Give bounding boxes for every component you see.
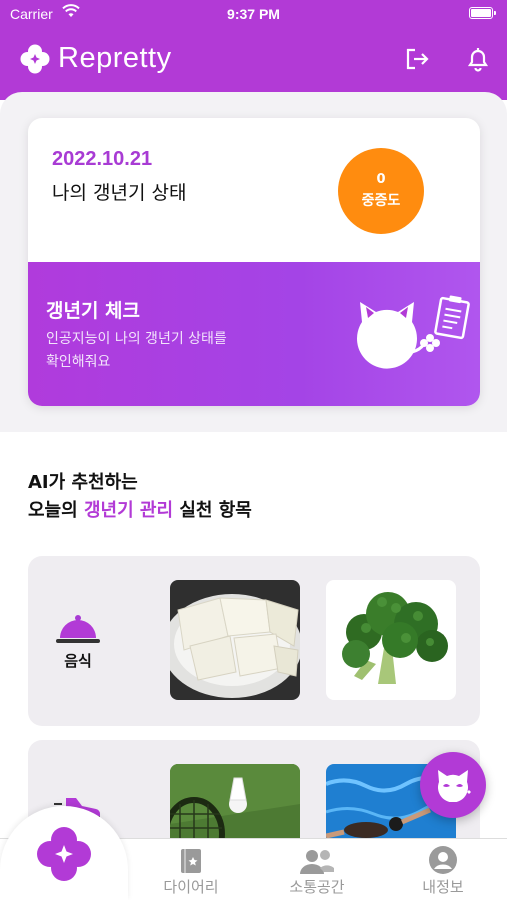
recommendation-suffix: 실천 항목: [179, 500, 252, 521]
recommendation-line1: AI가 추천하는: [28, 472, 138, 493]
profile-icon: [388, 846, 498, 874]
brand-logo: Repretty: [20, 42, 172, 75]
tofu-image[interactable]: [170, 580, 300, 700]
recommendation-line2: 오늘의 갱년기 관리 실천 항목: [28, 497, 252, 525]
food-recommendation-card[interactable]: 음식: [28, 556, 480, 726]
check-description-line2: 확인해줘요: [46, 354, 111, 370]
recommendation-highlight: 갱년기 관리: [83, 500, 174, 521]
check-description-line1: 인공지능이 나의 갱년기 상태를: [46, 331, 227, 347]
severity-value: 0: [376, 172, 386, 187]
flower-home-icon: [37, 827, 91, 881]
recommendation-heading: AI가 추천하는 오늘의 갱년기 관리 실천 항목: [28, 469, 252, 525]
severity-label: 중증도: [361, 193, 401, 209]
check-title: 갱년기 체크: [46, 300, 141, 322]
tab-community[interactable]: 소통공간: [262, 846, 372, 897]
status-title: 나의 갱년기 상태: [52, 182, 187, 204]
tab-diary[interactable]: 다이어리: [136, 846, 246, 897]
check-description: 인공지능이 나의 갱년기 상태를 확인해줘요: [46, 328, 306, 374]
diary-icon: [136, 846, 246, 874]
status-bar: Carrier 9:37 PM: [0, 0, 507, 28]
cat-clipboard-illustration-icon: [357, 295, 470, 369]
status-date: 2022.10.21: [52, 148, 153, 170]
app-name: Repretty: [58, 42, 172, 74]
food-cloche-icon: [54, 612, 102, 652]
status-card[interactable]: 2022.10.21 나의 갱년기 상태 0 중증도 갱년기 체크 인공지능이 …: [28, 118, 480, 406]
cat-face-icon: [438, 770, 471, 802]
tab-diary-label: 다이어리: [163, 878, 219, 896]
category-label-food: 음식: [64, 652, 92, 670]
logout-icon[interactable]: [404, 46, 430, 76]
clock: 9:37 PM: [227, 6, 280, 22]
notification-bell-icon[interactable]: [466, 46, 490, 76]
tab-community-label: 소통공간: [289, 878, 345, 896]
broccoli-image[interactable]: [326, 580, 456, 700]
menopause-check-button[interactable]: 갱년기 체크 인공지능이 나의 갱년기 상태를 확인해줘요: [28, 262, 480, 406]
tab-my-info-label: 내정보: [422, 878, 464, 896]
community-people-icon: [262, 846, 372, 874]
flower-logo-icon: [20, 44, 50, 73]
battery-icon: [469, 7, 496, 19]
app-header: Carrier 9:37 PM Repretty: [0, 0, 507, 100]
chatbot-fab-button[interactable]: [420, 752, 486, 818]
tab-home[interactable]: [36, 826, 92, 882]
severity-badge: 0 중증도: [338, 148, 424, 234]
tab-my-info[interactable]: 내정보: [388, 846, 498, 897]
recommendation-prefix: 오늘의: [28, 500, 78, 521]
